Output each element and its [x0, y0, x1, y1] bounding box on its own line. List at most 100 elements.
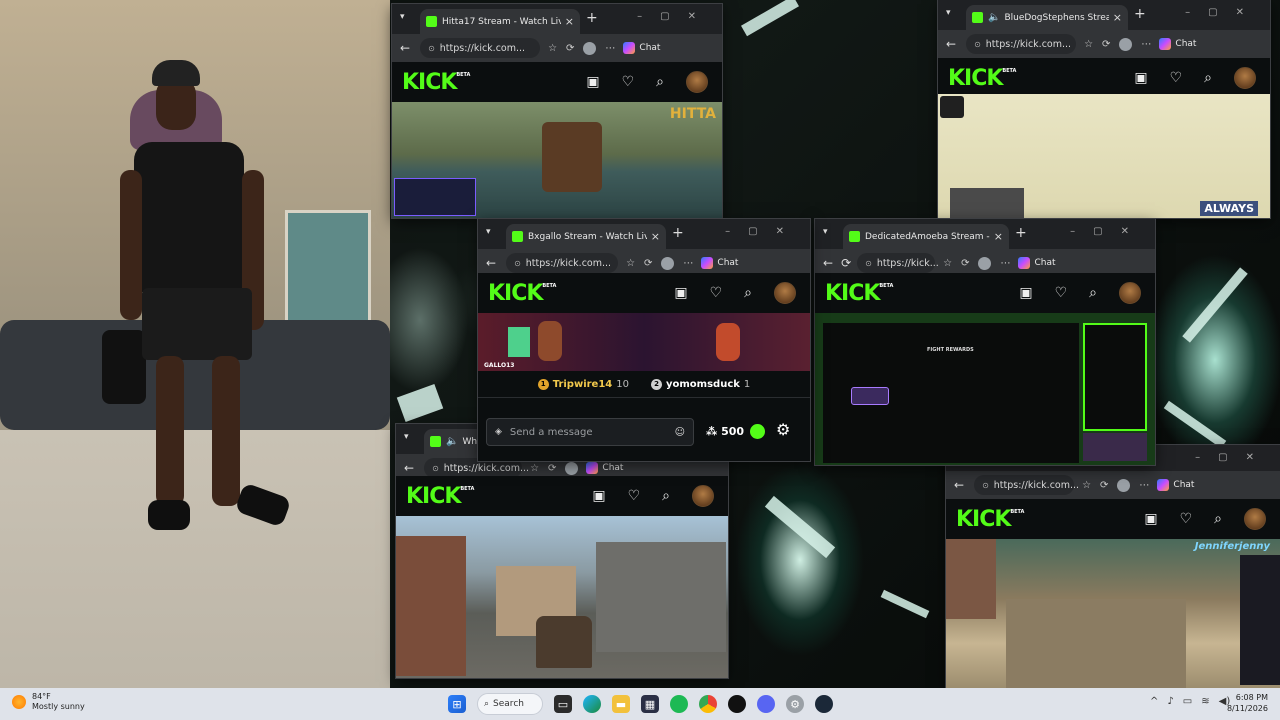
new-tab-icon[interactable]: + [1015, 225, 1027, 241]
start-icon[interactable]: ⊞ [448, 695, 466, 713]
search-icon[interactable]: ⌕ [1089, 285, 1097, 301]
kick-points-icon[interactable] [750, 424, 765, 439]
back-arrow-icon[interactable]: ← [954, 478, 964, 492]
browse-icon[interactable]: ▣ [674, 285, 687, 301]
edge-icon[interactable] [583, 695, 601, 713]
taskbar-clock[interactable]: 6:08 PM 8/11/2026 [1227, 692, 1268, 714]
browser-window-who[interactable]: ▾ 🔈 Who ← ⊙ https://kick.com... ☆ ⟳ Chat K… [396, 424, 728, 678]
refresh-icon[interactable]: ⟳ [1100, 480, 1108, 491]
close-tab-icon[interactable]: × [1113, 11, 1122, 24]
star-icon[interactable]: ☆ [1084, 39, 1093, 50]
task-view-icon[interactable]: ▭ [554, 695, 572, 713]
tab-search-icon[interactable]: ▾ [400, 12, 405, 22]
url-field[interactable]: ⊙ https://kick.com... [420, 38, 541, 58]
browse-icon[interactable]: ▣ [1134, 70, 1147, 86]
more-icon[interactable]: ⋯ [605, 43, 615, 54]
new-tab-icon[interactable]: + [672, 225, 684, 241]
stream-video[interactable]: ALWAYS [938, 94, 1270, 218]
user-avatar[interactable] [1234, 67, 1256, 89]
kick-logo[interactable]: KICK BETA [825, 281, 893, 306]
heart-icon[interactable]: ♡ [1055, 285, 1068, 301]
kick-logo[interactable]: KICK BETA [488, 281, 556, 306]
spotify-icon[interactable] [670, 695, 688, 713]
leaderboard-entry[interactable]: 1 Tripwire14 10 [537, 378, 629, 390]
close-tab-icon[interactable]: × [994, 230, 1003, 243]
back-arrow-icon[interactable]: ← [404, 461, 414, 475]
extensions-icon[interactable]: ⟳ [961, 258, 969, 269]
tab-stream[interactable]: Hitta17 Stream - Watch Live o × [420, 9, 580, 34]
search-icon[interactable]: ⌕ [662, 488, 670, 504]
profile-icon[interactable] [661, 256, 675, 270]
kick-logo[interactable]: KICK BETA [406, 484, 474, 509]
browse-icon[interactable]: ▣ [1019, 285, 1032, 301]
chat-badge-icon[interactable]: ◈ [495, 427, 502, 437]
refresh-icon[interactable]: ⟳ [644, 258, 652, 269]
file-explorer-icon[interactable]: ▬ [612, 695, 630, 713]
window-controls[interactable]: –▢✕ [1070, 226, 1147, 237]
user-avatar[interactable] [686, 71, 708, 93]
stream-video[interactable]: GALLO13 [478, 313, 810, 371]
tab-stream[interactable]: 🔈 BlueDogStephens Stream - W × [966, 5, 1128, 30]
microphone-icon[interactable]: ♪ [1167, 696, 1173, 707]
close-tab-icon[interactable]: × [651, 230, 660, 243]
new-tab-icon[interactable]: + [586, 10, 598, 26]
heart-icon[interactable]: ♡ [710, 285, 723, 301]
new-tab-icon[interactable]: + [1134, 6, 1146, 22]
discord-icon[interactable] [757, 695, 775, 713]
tab-stream[interactable]: DedicatedAmoeba Stream - W × [843, 224, 1009, 249]
steam-icon[interactable] [815, 695, 833, 713]
search-icon[interactable]: ⌕ [656, 74, 664, 90]
profile-icon[interactable] [583, 41, 597, 55]
user-avatar[interactable] [1119, 282, 1141, 304]
tab-search-icon[interactable]: ▾ [946, 8, 951, 18]
profile-icon[interactable] [1117, 478, 1131, 492]
window-controls[interactable]: –▢✕ [1185, 7, 1262, 18]
browser-window-dedicatedamoeba[interactable]: ▾ DedicatedAmoeba Stream - W × + –▢✕ ← ⟳… [815, 219, 1155, 465]
more-icon[interactable]: ⋯ [1141, 39, 1151, 50]
search-icon[interactable]: ⌕ [1204, 70, 1212, 86]
tab-search-icon[interactable]: ▾ [823, 227, 828, 237]
heart-icon[interactable]: ♡ [1170, 70, 1183, 86]
url-field[interactable]: ⊙ https://kick... [857, 253, 939, 273]
user-avatar[interactable] [1244, 508, 1266, 530]
chat-message-input[interactable]: ◈ Send a message ☺ [486, 418, 694, 446]
back-arrow-icon[interactable]: ← [823, 256, 833, 270]
url-field[interactable]: ⊙ https://kick.com... [966, 34, 1077, 54]
back-arrow-icon[interactable]: ← [486, 256, 496, 270]
chat-button[interactable]: Chat [1159, 38, 1196, 50]
kick-logo[interactable]: KICK BETA [948, 66, 1016, 91]
profile-icon[interactable] [565, 461, 579, 475]
heart-icon[interactable]: ♡ [622, 74, 635, 90]
speaker-icon[interactable]: 🔈 [988, 12, 1000, 23]
browser-window-bxgallo[interactable]: ▾ Bxgallo Stream - Watch Live o × + –▢✕ … [478, 219, 810, 461]
display-icon[interactable]: ▭ [1183, 696, 1192, 707]
tab-search-icon[interactable]: ▾ [486, 227, 491, 237]
star-icon[interactable]: ☆ [1082, 480, 1091, 491]
tab-stream[interactable]: Bxgallo Stream - Watch Live o × [506, 224, 666, 249]
obs-icon[interactable] [728, 695, 746, 713]
window-controls[interactable]: –▢✕ [1195, 452, 1272, 463]
stream-video[interactable]: Jenniferjenny [946, 539, 1280, 688]
url-field[interactable]: ⊙ https://kick.com... [974, 475, 1079, 495]
taskbar-search[interactable]: ⌕ Search [477, 693, 543, 715]
star-icon[interactable]: ☆ [626, 258, 635, 269]
search-icon[interactable]: ⌕ [744, 285, 752, 301]
refresh-icon[interactable]: ⟳ [841, 256, 851, 270]
speaker-icon[interactable]: 🔈 [446, 436, 458, 447]
chat-button[interactable]: Chat [701, 257, 738, 269]
more-icon[interactable]: ⋯ [683, 258, 693, 269]
tab-stream[interactable]: 🔈 Who [424, 429, 484, 454]
chrome-icon[interactable] [699, 695, 717, 713]
stream-video[interactable] [396, 516, 728, 678]
close-tab-icon[interactable]: × [565, 15, 574, 28]
star-icon[interactable]: ☆ [943, 258, 952, 269]
browser-window-jenniferjenny[interactable]: –▢✕ ← ⊙ https://kick.com... ☆ ⟳ ⋯ Chat KICK… [946, 445, 1280, 688]
url-field[interactable]: ⊙ https://kick.com... [424, 458, 529, 478]
refresh-icon[interactable]: ⟳ [566, 43, 574, 54]
window-controls[interactable]: –▢✕ [637, 11, 714, 22]
profile-icon[interactable] [1119, 37, 1133, 51]
wifi-icon[interactable]: ≋ [1201, 696, 1209, 707]
refresh-icon[interactable]: ⟳ [548, 463, 556, 474]
settings-icon[interactable]: ⚙ [776, 420, 790, 439]
settings-app-icon[interactable]: ⚙ [786, 695, 804, 713]
